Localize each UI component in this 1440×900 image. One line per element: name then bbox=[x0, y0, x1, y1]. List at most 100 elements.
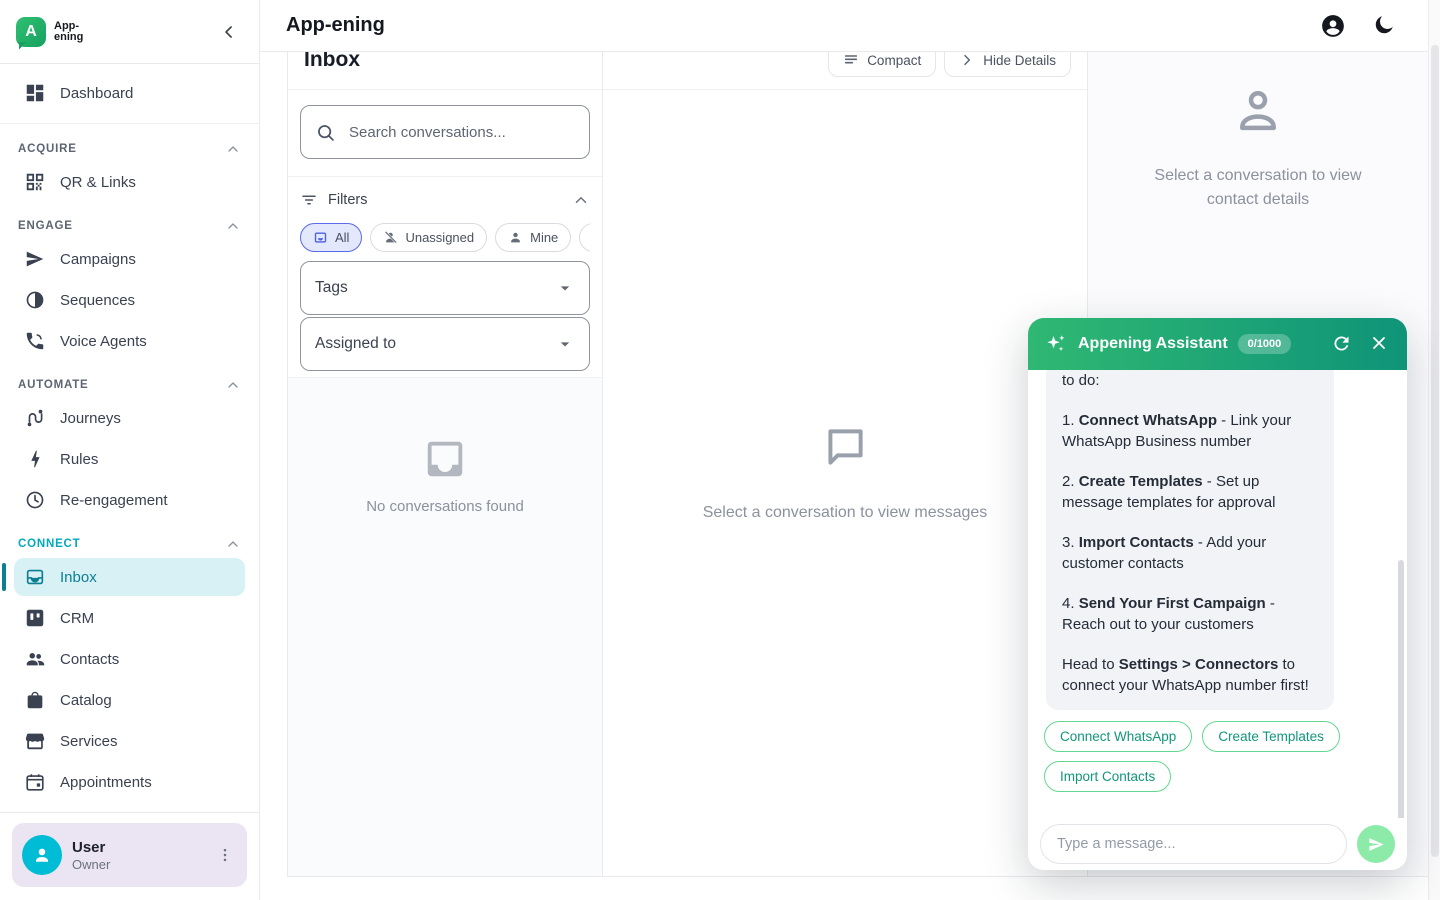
sidebar-item-services[interactable]: Services bbox=[14, 722, 245, 760]
sidebar-section-engage[interactable]: ENGAGE bbox=[14, 212, 245, 240]
shopping-bag-icon bbox=[24, 689, 46, 711]
sidebar-divider bbox=[0, 123, 259, 124]
person-outline-icon bbox=[1231, 84, 1285, 138]
assistant-counter-badge: 0/1000 bbox=[1238, 334, 1292, 354]
filter-chips: All Unassigned Mine Unread bbox=[300, 223, 590, 261]
sidebar-section-acquire[interactable]: ACQUIRE bbox=[14, 135, 245, 163]
dashboard-icon bbox=[24, 82, 46, 104]
app-logo-text: App-ening bbox=[54, 21, 83, 43]
assistant-title: Appening Assistant bbox=[1078, 335, 1228, 353]
chevron-up-icon bbox=[225, 377, 241, 393]
chevron-up-icon bbox=[572, 191, 590, 209]
search-box[interactable] bbox=[300, 105, 590, 159]
send-icon bbox=[1367, 835, 1386, 854]
sidebar: A App-ening Dashboard ACQUIRE bbox=[0, 0, 260, 900]
sidebar-nav: Dashboard ACQUIRE QR & Links ENGAGE C bbox=[0, 64, 259, 812]
contact-details-empty-text: Select a conversation to view contact de… bbox=[1138, 164, 1378, 212]
send-icon bbox=[24, 248, 46, 270]
messages-panel: Compact Hide Details Select a conversati… bbox=[603, 52, 1088, 877]
assistant-header: Appening Assistant 0/1000 bbox=[1028, 318, 1407, 370]
sidebar-item-voice-agents[interactable]: Voice Agents bbox=[14, 322, 245, 360]
chat-icon bbox=[313, 230, 328, 245]
person-icon bbox=[508, 230, 523, 245]
quick-action-create-templates[interactable]: Create Templates bbox=[1202, 721, 1340, 752]
sidebar-footer: User Owner bbox=[0, 812, 259, 900]
active-indicator bbox=[2, 563, 6, 591]
moon-icon bbox=[1372, 13, 1396, 37]
sidebar-item-crm[interactable]: CRM bbox=[14, 599, 245, 637]
user-card[interactable]: User Owner bbox=[12, 823, 247, 887]
filters-toggle[interactable]: Filters bbox=[300, 186, 590, 214]
route-icon bbox=[24, 407, 46, 429]
quick-action-connect-whatsapp[interactable]: Connect WhatsApp bbox=[1044, 721, 1192, 752]
search-icon bbox=[315, 122, 336, 143]
messages-empty-state: Select a conversation to view messages bbox=[603, 422, 1087, 522]
sidebar-item-journeys[interactable]: Journeys bbox=[14, 399, 245, 437]
phone-icon bbox=[24, 330, 46, 352]
dark-mode-toggle[interactable] bbox=[1372, 13, 1398, 39]
quick-action-import-contacts[interactable]: Import Contacts bbox=[1044, 761, 1171, 792]
search-input[interactable] bbox=[349, 124, 575, 141]
person-off-icon bbox=[383, 230, 398, 245]
sidebar-item-catalog[interactable]: Catalog bbox=[14, 681, 245, 719]
topbar: App-ening bbox=[260, 0, 1440, 52]
messages-toolbar: Compact Hide Details bbox=[603, 52, 1087, 90]
sidebar-item-sequences[interactable]: Sequences bbox=[14, 281, 245, 319]
refresh-button[interactable] bbox=[1331, 333, 1353, 355]
clock-icon bbox=[24, 489, 46, 511]
assigned-to-select[interactable]: Assigned to bbox=[300, 317, 590, 371]
assistant-widget: Appening Assistant 0/1000 to do:1. Conne… bbox=[1028, 318, 1407, 870]
sidebar-item-rules[interactable]: Rules bbox=[14, 440, 245, 478]
list-compact-icon bbox=[843, 52, 859, 68]
assistant-quick-actions: Connect WhatsApp Create Templates Import… bbox=[1044, 721, 1344, 792]
people-icon bbox=[24, 648, 46, 670]
hide-details-button[interactable]: Hide Details bbox=[944, 52, 1071, 77]
sidebar-item-re-engagement[interactable]: Re-engagement bbox=[14, 481, 245, 519]
assistant-body: to do:1. Connect WhatsApp - Link your Wh… bbox=[1028, 370, 1407, 818]
contrast-icon bbox=[24, 289, 46, 311]
sidebar-collapse-button[interactable] bbox=[215, 18, 243, 46]
filter-icon bbox=[300, 191, 318, 209]
close-button[interactable] bbox=[1369, 333, 1391, 355]
assistant-message-input[interactable] bbox=[1040, 824, 1347, 864]
user-name: User bbox=[72, 839, 110, 856]
sidebar-item-dashboard[interactable]: Dashboard bbox=[14, 74, 245, 112]
sidebar-item-inbox[interactable]: Inbox bbox=[14, 558, 245, 596]
inbox-icon bbox=[24, 566, 46, 588]
select-row: Tags Assigned to bbox=[288, 261, 602, 371]
filter-chip-unread[interactable]: Unread bbox=[579, 223, 590, 252]
filter-chip-all[interactable]: All bbox=[300, 223, 362, 252]
user-avatar bbox=[22, 835, 62, 875]
account-button[interactable] bbox=[1320, 13, 1346, 39]
caret-down-icon bbox=[555, 278, 575, 298]
compact-button[interactable]: Compact bbox=[828, 52, 936, 77]
sparkles-icon bbox=[1044, 332, 1068, 356]
user-meta: User Owner bbox=[72, 839, 110, 872]
chevron-left-icon bbox=[219, 22, 239, 42]
chevron-right-icon bbox=[959, 52, 975, 68]
search-wrap bbox=[288, 90, 602, 177]
assistant-message: to do:1. Connect WhatsApp - Link your Wh… bbox=[1046, 370, 1334, 710]
user-menu-button[interactable] bbox=[213, 843, 237, 867]
sidebar-section-connect[interactable]: CONNECT bbox=[14, 530, 245, 558]
storefront-icon bbox=[24, 730, 46, 752]
dots-vertical-icon bbox=[216, 846, 234, 864]
sidebar-item-campaigns[interactable]: Campaigns bbox=[14, 240, 245, 278]
conversation-list-empty: No conversations found bbox=[288, 377, 602, 876]
sidebar-item-appointments[interactable]: Appointments bbox=[14, 763, 245, 801]
sidebar-item-contacts[interactable]: Contacts bbox=[14, 640, 245, 678]
kanban-icon bbox=[24, 607, 46, 629]
tags-select[interactable]: Tags bbox=[300, 261, 590, 315]
topbar-actions bbox=[1320, 13, 1398, 39]
assistant-scrollbar-thumb[interactable] bbox=[1398, 560, 1404, 818]
assistant-send-button[interactable] bbox=[1357, 825, 1395, 863]
sidebar-item-qr-links[interactable]: QR & Links bbox=[14, 163, 245, 201]
filter-chip-mine[interactable]: Mine bbox=[495, 223, 571, 252]
sidebar-section-automate[interactable]: AUTOMATE bbox=[14, 371, 245, 399]
page-scrollbar-thumb[interactable] bbox=[1431, 45, 1439, 857]
chat-bubble-icon bbox=[820, 422, 870, 472]
inbox-panel: Inbox Filters All bbox=[287, 52, 603, 877]
page-scrollbar[interactable] bbox=[1428, 0, 1440, 900]
app-logo-icon: A bbox=[16, 17, 46, 47]
filter-chip-unassigned[interactable]: Unassigned bbox=[370, 223, 487, 252]
